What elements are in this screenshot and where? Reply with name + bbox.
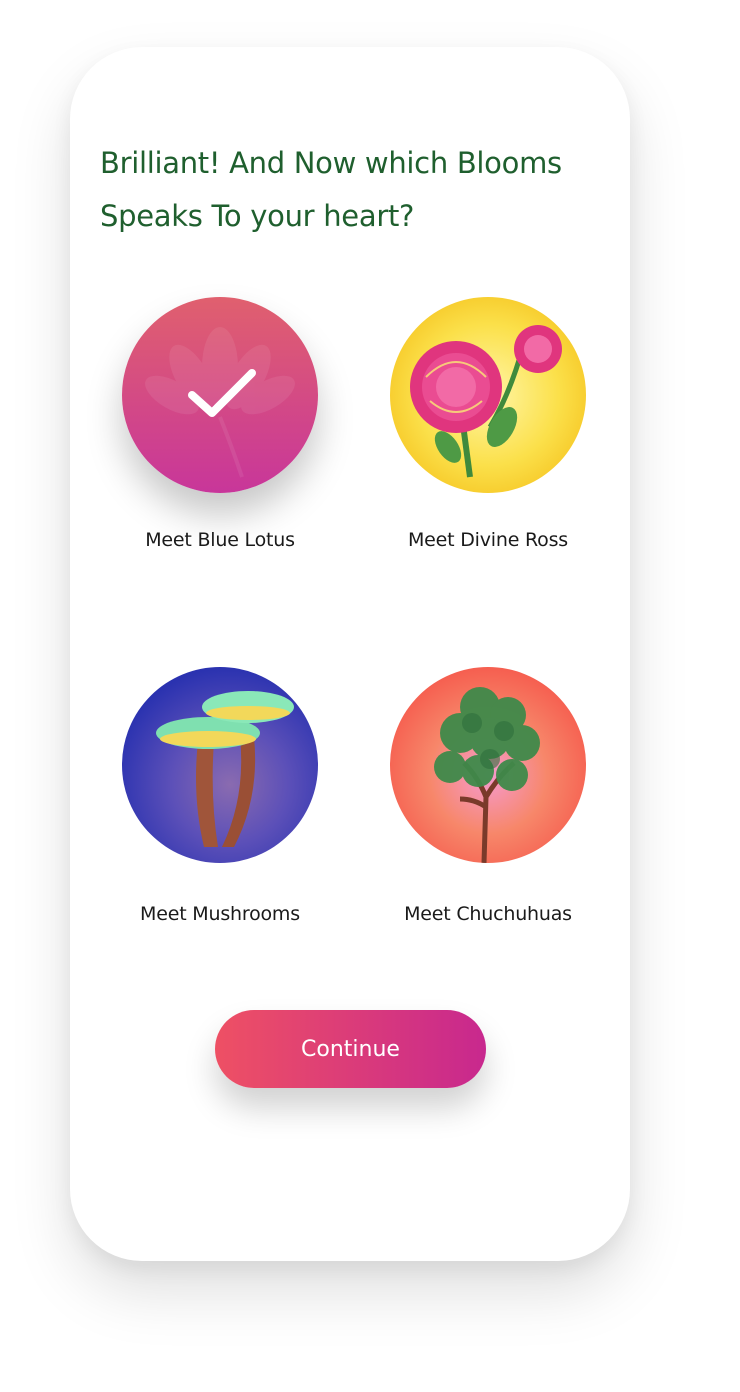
mushrooms-image [122,667,318,863]
option-label: Meet Chuchuhuas [404,903,572,925]
tree-illustration [390,667,586,863]
rose-illustration [390,297,586,493]
continue-button[interactable]: Continue [215,1010,486,1088]
checkmark-icon [188,369,256,417]
option-divine-ross[interactable]: Meet Divine Ross [368,297,608,597]
option-blue-lotus[interactable]: Meet Blue Lotus [100,297,340,597]
option-chuchuhuas[interactable]: Meet Chuchuhuas [368,667,608,967]
blue-lotus-image [122,297,318,493]
option-label: Meet Blue Lotus [145,529,295,551]
option-mushrooms[interactable]: Meet Mushrooms [100,667,340,967]
option-label: Meet Mushrooms [140,903,300,925]
question-title: Brilliant! And Now which Blooms Speaks T… [100,146,562,233]
quiz-card: Brilliant! And Now which Blooms Speaks T… [70,47,630,1261]
tree-image [390,667,586,863]
page: Brilliant! And Now which Blooms Speaks T… [0,0,740,1392]
option-label: Meet Divine Ross [407,529,569,551]
rose-image [390,297,586,493]
mushrooms-illustration [122,667,318,863]
